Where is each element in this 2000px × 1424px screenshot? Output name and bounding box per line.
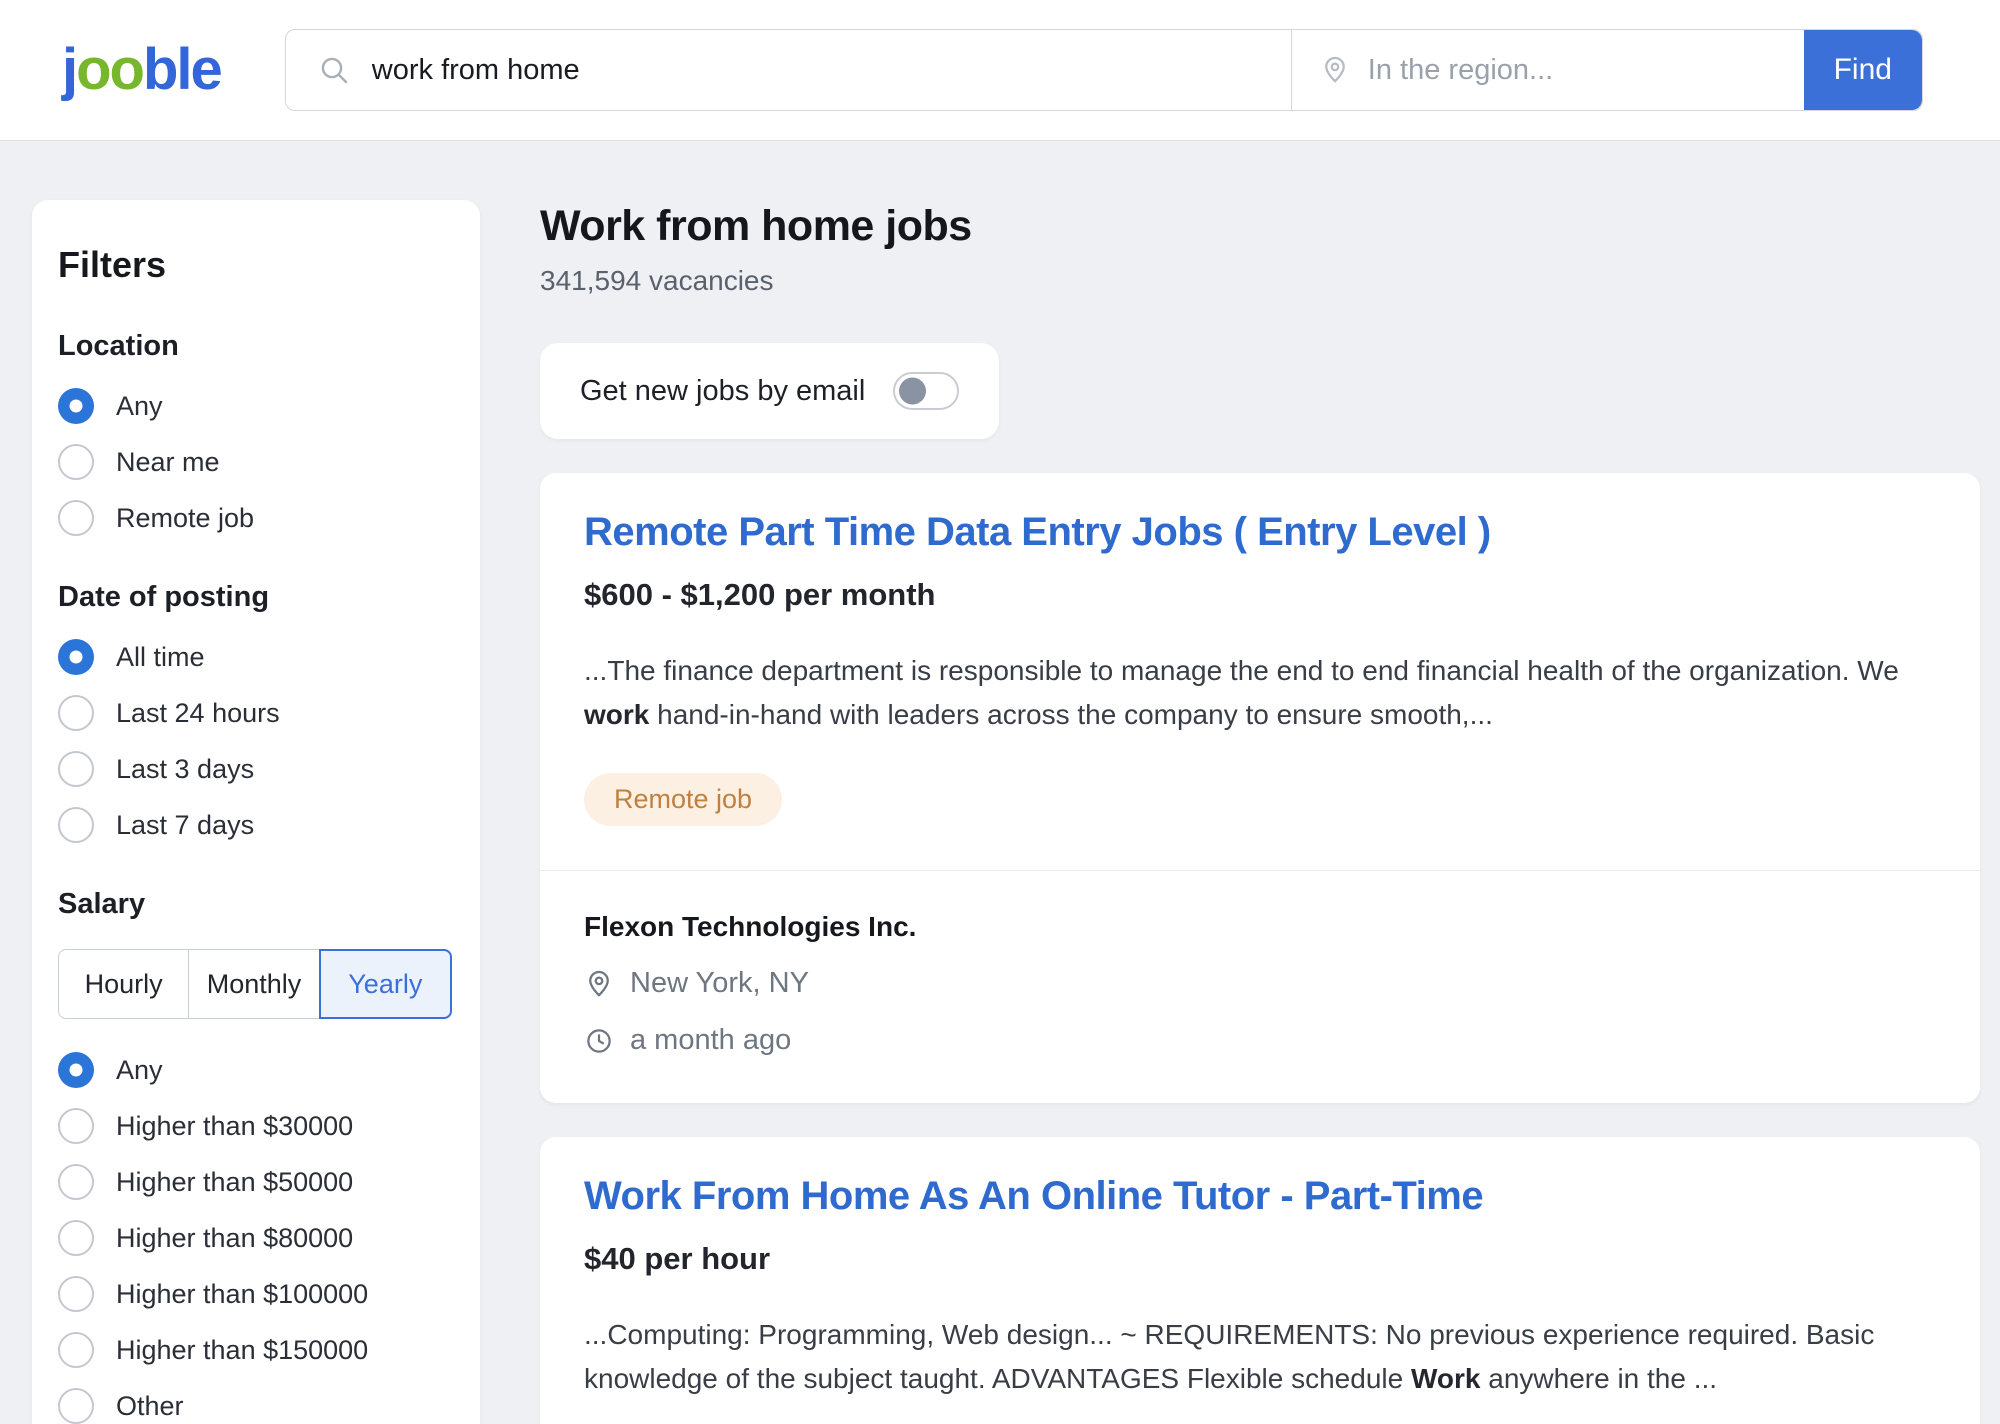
email-subscription-label: Get new jobs by email [580,375,865,408]
region-input[interactable] [1350,30,1804,110]
job-card[interactable]: Remote Part Time Data Entry Jobs ( Entry… [540,473,1980,1103]
company-block: Flexon Technologies Inc. New York, NY a … [584,871,1936,1057]
radio-label: All time [116,642,205,673]
region-section [1291,30,1804,110]
desc-text: hand-in-hand with leaders across the com… [649,699,1493,730]
radio-salary-30000[interactable]: Higher than $30000 [58,1107,456,1145]
location-pin-icon [1320,55,1350,85]
search-bar: Find [285,29,1923,111]
radio-icon [58,807,94,843]
search-icon [318,54,350,86]
page-title: Work from home jobs [540,202,1980,251]
logo-part-oo: oo [76,37,143,102]
radio-icon [58,1220,94,1256]
job-salary: $600 - $1,200 per month [584,577,1936,613]
filters-title: Filters [58,244,456,286]
radio-icon [58,500,94,536]
desc-highlight: work [584,699,649,730]
radio-icon [58,695,94,731]
desc-text: ...The finance department is responsible… [584,655,1899,686]
location-pin-icon [584,969,614,999]
radio-salary-100000[interactable]: Higher than $100000 [58,1275,456,1313]
tab-monthly[interactable]: Monthly [188,949,319,1019]
results-column: Work from home jobs 341,594 vacancies Ge… [540,202,1980,1424]
radio-location-any[interactable]: Any [58,387,456,425]
radio-location-remote-job[interactable]: Remote job [58,499,456,537]
radio-selected-icon [58,639,94,675]
location-heading: Location [58,330,456,363]
jooble-logo[interactable]: jooble [62,41,221,99]
salary-radio-group: Any Higher than $30000 Higher than $5000… [58,1051,456,1424]
company-name: Flexon Technologies Inc. [584,911,1936,943]
logo-part-ble: ble [143,37,221,102]
radio-label: Higher than $50000 [116,1167,353,1198]
logo-part-j: j [62,37,76,102]
radio-label: Higher than $100000 [116,1279,368,1310]
radio-icon [58,751,94,787]
radio-icon [58,444,94,480]
radio-label: Near me [116,447,220,478]
date-heading: Date of posting [58,581,456,614]
radio-label: Other [116,1391,184,1422]
top-header: jooble Find [0,0,2000,140]
radio-icon [58,1164,94,1200]
radio-date-last-7-days[interactable]: Last 7 days [58,806,456,844]
job-posted-row: a month ago [584,1024,1936,1057]
radio-icon [58,1276,94,1312]
radio-label: Any [116,1055,163,1086]
job-title-link[interactable]: Work From Home As An Online Tutor - Part… [584,1173,1483,1219]
radio-label: Higher than $30000 [116,1111,353,1142]
radio-date-last-24-hours[interactable]: Last 24 hours [58,694,456,732]
job-location-row: New York, NY [584,967,1936,1000]
radio-salary-80000[interactable]: Higher than $80000 [58,1219,456,1257]
toggle-knob [899,378,926,405]
radio-label: Higher than $80000 [116,1223,353,1254]
salary-period-tabs: Hourly Monthly Yearly [58,949,452,1019]
radio-label: Remote job [116,503,254,534]
job-description: ...The finance department is responsible… [584,649,1924,737]
job-card[interactable]: Work From Home As An Online Tutor - Part… [540,1137,1980,1424]
desc-text: anywhere in the ... [1480,1363,1717,1394]
radio-salary-other[interactable]: Other [58,1387,456,1424]
radio-date-last-3-days[interactable]: Last 3 days [58,750,456,788]
date-radio-group: All time Last 24 hours Last 3 days Last … [58,638,456,844]
radio-icon [58,1388,94,1424]
tab-hourly[interactable]: Hourly [58,949,189,1019]
job-title-link[interactable]: Remote Part Time Data Entry Jobs ( Entry… [584,509,1491,555]
radio-date-all-time[interactable]: All time [58,638,456,676]
radio-selected-icon [58,388,94,424]
radio-icon [58,1332,94,1368]
email-subscription-pill: Get new jobs by email [540,343,999,439]
vacancies-count: 341,594 vacancies [540,265,1980,297]
radio-selected-icon [58,1052,94,1088]
filters-panel: Filters Location Any Near me Remote job … [32,200,480,1424]
search-input[interactable] [350,30,1291,110]
query-section [286,30,1291,110]
remote-job-badge: Remote job [584,773,782,826]
find-button[interactable]: Find [1804,30,1922,110]
radio-location-near-me[interactable]: Near me [58,443,456,481]
job-posted-time: a month ago [630,1024,791,1057]
job-salary: $40 per hour [584,1241,1936,1277]
salary-heading: Salary [58,888,456,921]
job-description: ...Computing: Programming, Web design...… [584,1313,1924,1401]
radio-salary-150000[interactable]: Higher than $150000 [58,1331,456,1369]
desc-highlight: Work [1411,1363,1481,1394]
radio-label: Any [116,391,163,422]
radio-label: Last 24 hours [116,698,280,729]
radio-label: Last 7 days [116,810,254,841]
radio-icon [58,1108,94,1144]
page-body: Filters Location Any Near me Remote job … [0,140,2000,1424]
radio-label: Higher than $150000 [116,1335,368,1366]
clock-icon [584,1026,614,1056]
tab-yearly[interactable]: Yearly [319,949,452,1019]
location-radio-group: Any Near me Remote job [58,387,456,537]
radio-salary-any[interactable]: Any [58,1051,456,1089]
job-location: New York, NY [630,967,809,1000]
radio-label: Last 3 days [116,754,254,785]
email-toggle[interactable] [893,372,959,410]
radio-salary-50000[interactable]: Higher than $50000 [58,1163,456,1201]
